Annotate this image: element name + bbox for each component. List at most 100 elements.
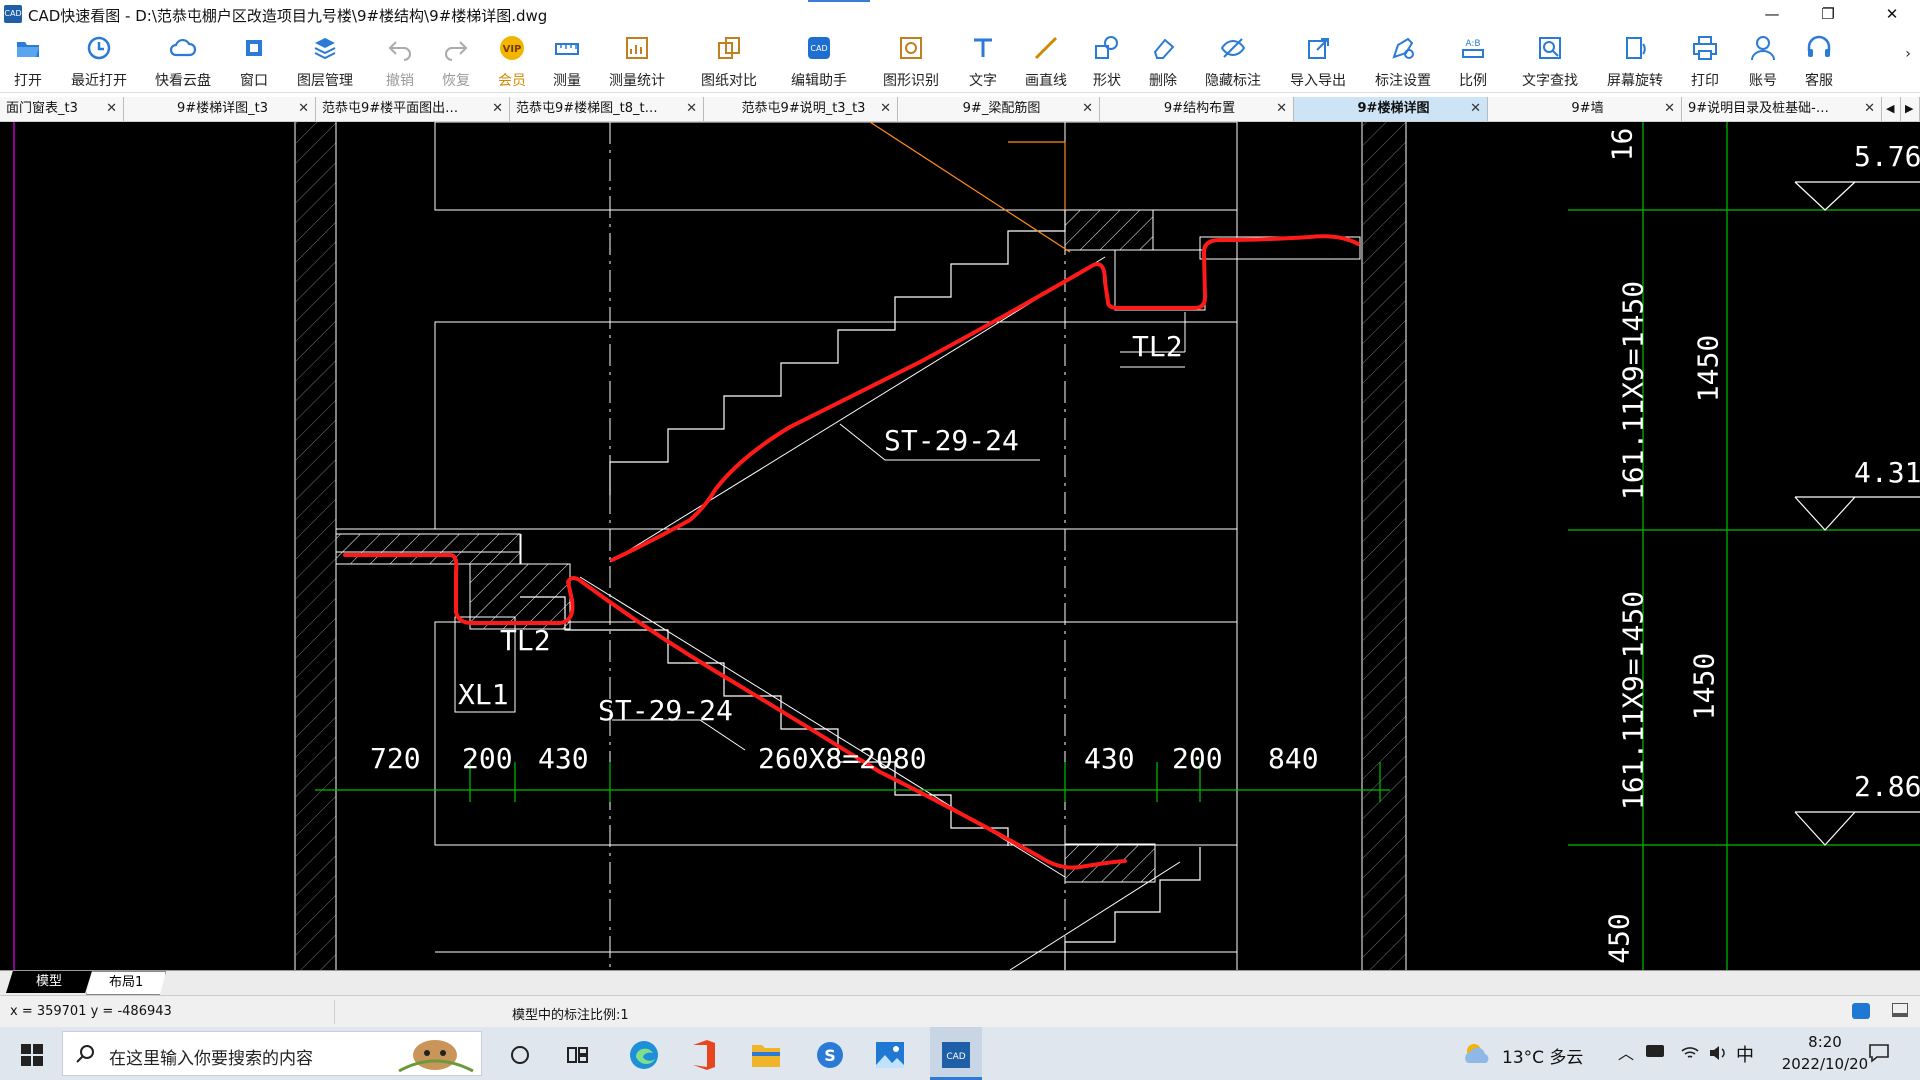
tab-close-icon[interactable]: ✕ xyxy=(1470,97,1481,121)
hide-annotation-button[interactable]: 隐藏标注 xyxy=(1202,34,1264,90)
task-view-button[interactable] xyxy=(498,1027,542,1080)
dim-430-right: 430 xyxy=(1084,742,1135,775)
office-icon xyxy=(693,1039,715,1070)
toolbar-overflow-button[interactable]: › xyxy=(1900,46,1916,102)
tab-layout1[interactable]: 布局1 xyxy=(86,971,167,995)
delete-button[interactable]: 删除 xyxy=(1146,34,1180,90)
text-search-button[interactable]: 文字查找 xyxy=(1518,34,1582,90)
tab-floor-plan[interactable]: 范恭屯9#楼平面图出… ✕ xyxy=(316,97,510,121)
import-export-button[interactable]: 导入导出 xyxy=(1286,34,1350,90)
tab-beam-rebar[interactable]: 9#_梁配筋图 ✕ xyxy=(898,97,1100,121)
layer-manager-button[interactable]: 图层管理 xyxy=(294,34,356,90)
main-toolbar: 打开 最近打开 快看云盘 窗口 图层管理 撤销 恢复 VIP 会员 测量 测量统… xyxy=(0,28,1920,93)
cursor-coordinates: x = 359701 y = -486943 xyxy=(10,1004,172,1019)
taskbar-photos[interactable] xyxy=(866,1027,914,1080)
recent-open-button[interactable]: 最近打开 xyxy=(66,34,132,90)
start-button[interactable] xyxy=(14,1027,50,1080)
customer-service-button[interactable]: 客服 xyxy=(1802,34,1836,90)
shape-button[interactable]: 形状 xyxy=(1090,34,1124,90)
ime-indicator[interactable]: 中 xyxy=(1736,1041,1754,1067)
close-button[interactable]: ✕ xyxy=(1864,0,1920,28)
wifi-icon[interactable] xyxy=(1680,1044,1700,1062)
tab-close-icon[interactable]: ✕ xyxy=(1664,97,1675,121)
tab-close-icon[interactable]: ✕ xyxy=(686,97,697,121)
tab-model[interactable]: 模型 xyxy=(6,971,93,993)
shape-recognize-button[interactable]: 图形识别 xyxy=(880,34,942,90)
tab-close-icon[interactable]: ✕ xyxy=(1276,97,1287,121)
tab-stair-detail-active[interactable]: 9#楼梯详图 ✕ xyxy=(1294,97,1488,121)
redo-icon xyxy=(445,41,468,61)
edit-assistant-button[interactable]: CAD 编辑助手 xyxy=(788,34,850,90)
text-button[interactable]: 文字 xyxy=(966,34,1000,90)
photos-icon xyxy=(876,1041,904,1068)
cloud-drive-button[interactable]: 快看云盘 xyxy=(150,34,216,90)
file-explorer-icon xyxy=(752,1044,780,1067)
clock-time[interactable]: 8:20 xyxy=(1780,1033,1870,1051)
cloud-icon xyxy=(169,38,197,57)
notification-icon[interactable] xyxy=(1868,1043,1890,1063)
draw-line-button[interactable]: 画直线 xyxy=(1022,34,1070,90)
clock-date[interactable]: 2022/10/20 xyxy=(1780,1055,1870,1073)
vip-button[interactable]: VIP 会员 xyxy=(496,34,528,90)
shape-recognize-icon xyxy=(900,37,922,59)
volume-icon[interactable] xyxy=(1708,1044,1728,1062)
vdim-1450-lower: 1450 xyxy=(1687,652,1721,721)
task-switch-button[interactable] xyxy=(556,1027,600,1080)
account-button[interactable]: 账号 xyxy=(1746,34,1780,90)
tab-scroll-right-button[interactable]: ▶ xyxy=(1901,97,1920,121)
dim-840: 840 xyxy=(1268,742,1319,775)
taskbar-edge[interactable] xyxy=(620,1027,668,1080)
weather-text[interactable]: 13°C 多云 xyxy=(1502,1043,1583,1068)
tab-close-icon[interactable]: ✕ xyxy=(1082,97,1093,121)
tab-scroll-left-button[interactable]: ◀ xyxy=(1882,97,1901,121)
left-wall xyxy=(294,122,337,970)
drawing-compare-button[interactable]: 图纸对比 xyxy=(698,34,760,90)
tab-notes[interactable]: 范恭屯9#说明_t3_t3 ✕ xyxy=(704,97,898,121)
screen-rotate-button[interactable]: 屏幕旋转 xyxy=(1604,34,1666,90)
snap-toggle-icon[interactable] xyxy=(1852,1003,1870,1019)
minimize-button[interactable]: — xyxy=(1744,0,1800,28)
restore-button[interactable]: ❐ xyxy=(1800,0,1856,28)
tab-stair-t8[interactable]: 范恭屯9#楼梯图_t8_t… ✕ xyxy=(510,97,704,121)
tray-chevron-icon[interactable]: ︿ xyxy=(1618,1040,1634,1064)
battery-icon[interactable] xyxy=(1646,1045,1664,1057)
window-title: CAD快速看图 - D:\范恭屯棚户区改造项目九号楼\9#楼结构\9#楼梯详图.… xyxy=(28,7,548,25)
elevation-4310: 4.310 xyxy=(1854,456,1920,489)
measure-button[interactable]: 测量 xyxy=(550,34,584,90)
taskbar-file-explorer[interactable] xyxy=(742,1027,790,1080)
windows-logo-icon xyxy=(21,1043,43,1066)
taskbar-office[interactable] xyxy=(680,1027,728,1080)
window-button[interactable]: 窗口 xyxy=(236,34,272,90)
tab-doors-windows[interactable]: 面门窗表_t3 ✕ xyxy=(0,97,124,121)
tab-close-icon[interactable]: ✕ xyxy=(1864,97,1875,121)
measure-stats-button[interactable]: 测量统计 xyxy=(606,34,668,90)
scale-button[interactable]: A:B 比例 xyxy=(1456,34,1490,90)
print-button[interactable]: 打印 xyxy=(1688,34,1722,90)
search-highlight-illustration-icon xyxy=(398,1040,474,1073)
tab-close-icon[interactable]: ✕ xyxy=(106,97,117,121)
beam-tl2-top xyxy=(1064,209,1361,353)
tab-close-icon[interactable]: ✕ xyxy=(298,97,309,121)
tab-stair-detail-t3[interactable]: 9#楼梯详图_t3 ✕ xyxy=(124,97,316,121)
undo-button[interactable]: 撤销 xyxy=(384,34,416,90)
tab-notes-foundation[interactable]: 9#说明目录及桩基础-… ✕ xyxy=(1682,97,1882,121)
tab-close-icon[interactable]: ✕ xyxy=(492,97,503,121)
tab-close-icon[interactable]: ✕ xyxy=(880,97,891,121)
redo-button[interactable]: 恢复 xyxy=(440,34,472,90)
undo-icon xyxy=(388,41,411,61)
open-button[interactable]: 打开 xyxy=(8,34,48,90)
taskbar-sogou[interactable]: S xyxy=(806,1027,854,1080)
drawing-canvas[interactable]: TL2 ST-29-24 TL2 XL1 ST-29-24 720 200 43… xyxy=(0,122,1920,970)
eraser-icon xyxy=(1153,38,1175,59)
label-st-lower: ST-29-24 xyxy=(598,694,733,727)
panel-toggle-icon[interactable] xyxy=(1892,1003,1908,1017)
taskbar-cad-viewer-active[interactable]: CAD xyxy=(930,1027,982,1080)
drawing-svg[interactable] xyxy=(0,122,1920,970)
taskbar-search-box[interactable]: 在这里输入你要搜索的内容 xyxy=(62,1031,482,1076)
tab-structure-layout[interactable]: 9#结构布置 ✕ xyxy=(1100,97,1294,121)
folder-open-icon xyxy=(17,42,39,57)
tab-wall[interactable]: 9#墙 ✕ xyxy=(1488,97,1682,121)
line-icon xyxy=(1034,36,1058,60)
printer-icon xyxy=(1693,36,1717,60)
annotation-settings-button[interactable]: 标注设置 xyxy=(1372,34,1434,90)
